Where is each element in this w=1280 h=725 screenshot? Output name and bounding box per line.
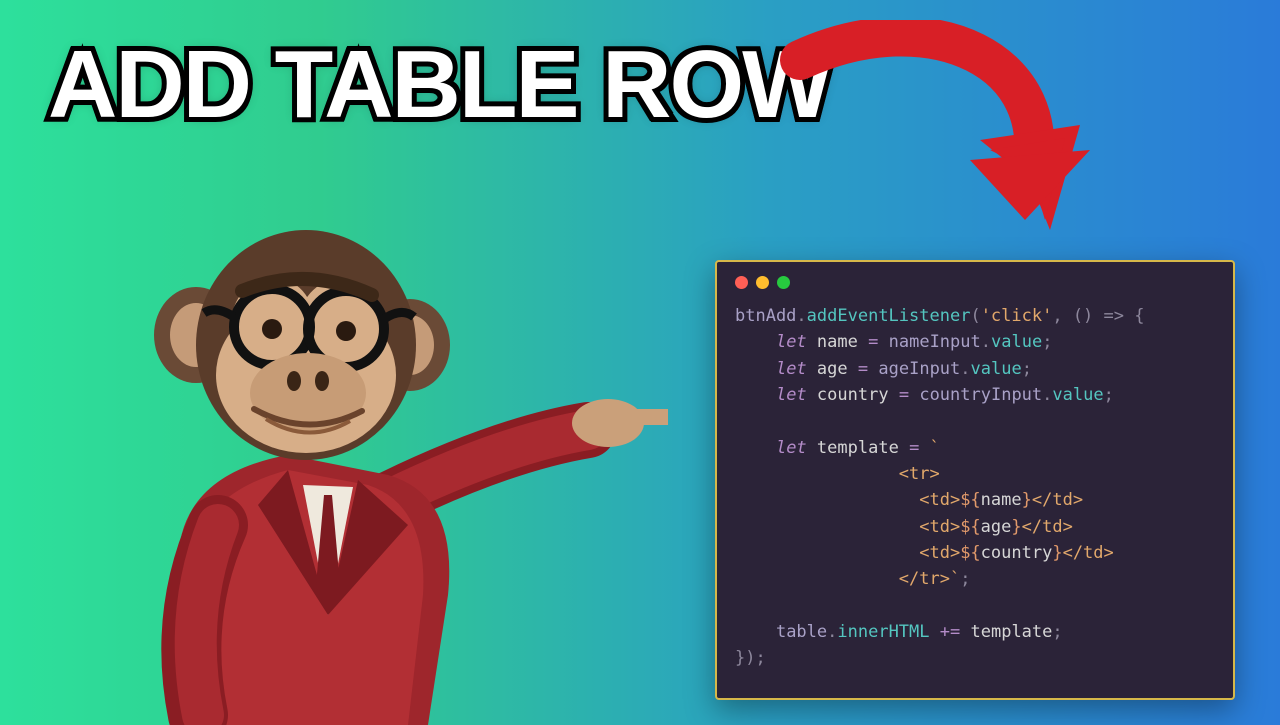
window-controls [735,276,1215,289]
code-snippet: btnAdd.addEventListener('click', () => {… [735,303,1215,672]
arrow-icon [730,20,1130,280]
code-window: btnAdd.addEventListener('click', () => {… [715,260,1235,700]
headline-title: ADD TABLE ROW [48,30,831,140]
minimize-icon[interactable] [756,276,769,289]
close-icon[interactable] [735,276,748,289]
mascot-illustration [28,195,668,725]
zoom-icon[interactable] [777,276,790,289]
